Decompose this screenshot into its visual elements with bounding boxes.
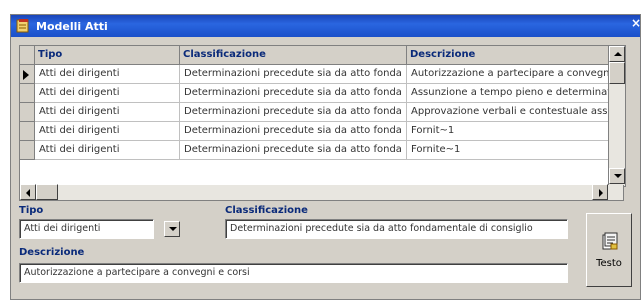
descrizione-field[interactable]: Autorizzazione a partecipare a convegni … <box>19 263 568 283</box>
horizontal-scrollbar[interactable] <box>19 184 624 201</box>
cell-descrizione[interactable]: Approvazione verbali e contestuale ass <box>407 103 609 122</box>
tipo-select[interactable]: Atti dei dirigenti <box>19 219 154 239</box>
row-selector[interactable] <box>20 122 35 141</box>
chevron-down-icon <box>169 227 177 231</box>
grid-corner <box>20 46 35 65</box>
cell-classificazione[interactable]: Determinazioni precedute sia da atto fon… <box>180 141 407 160</box>
arrow-down-icon <box>614 174 622 178</box>
current-row-pointer-icon <box>23 70 29 80</box>
row-selector[interactable] <box>20 103 35 122</box>
cell-classificazione[interactable]: Determinazioni precedute sia da atto fon… <box>180 103 407 122</box>
row-selector[interactable] <box>20 141 35 160</box>
row-selector[interactable] <box>20 65 35 84</box>
row-selector[interactable] <box>20 84 35 103</box>
modelli-atti-window: Modelli Atti × Tipo Classificazione Desc… <box>10 14 641 300</box>
vertical-scrollbar[interactable] <box>608 46 625 186</box>
cell-descrizione[interactable]: Assunzione a tempo pieno e determinato <box>407 84 609 103</box>
cell-classificazione[interactable]: Determinazioni precedute sia da atto fon… <box>180 122 407 141</box>
document-icon <box>602 232 618 250</box>
classificazione-label: Classificazione <box>225 205 308 216</box>
cell-classificazione[interactable]: Determinazioni precedute sia da atto fon… <box>180 65 407 84</box>
close-icon[interactable]: × <box>629 16 641 30</box>
arrow-left-icon <box>26 189 30 197</box>
app-icon <box>16 19 29 33</box>
cell-tipo[interactable]: Atti dei dirigenti <box>35 122 180 141</box>
descrizione-label: Descrizione <box>19 247 85 258</box>
testo-button-label: Testo <box>596 258 622 269</box>
scroll-left-button[interactable] <box>20 184 36 200</box>
arrow-right-icon <box>599 189 603 197</box>
title-bar[interactable]: Modelli Atti × <box>11 15 641 37</box>
testo-button[interactable]: Testo <box>586 213 632 287</box>
scroll-down-button[interactable] <box>609 168 625 184</box>
scroll-up-button[interactable] <box>609 46 625 62</box>
window-title: Modelli Atti <box>36 19 108 33</box>
cell-tipo[interactable]: Atti dei dirigenti <box>35 103 180 122</box>
cell-tipo[interactable]: Atti dei dirigenti <box>35 84 180 103</box>
column-header-descrizione[interactable]: Descrizione <box>407 46 609 65</box>
column-header-tipo[interactable]: Tipo <box>35 46 180 65</box>
horizontal-scroll-thumb[interactable] <box>36 184 58 200</box>
tipo-label: Tipo <box>19 205 44 216</box>
scroll-right-button[interactable] <box>592 184 608 200</box>
arrow-up-icon <box>614 52 622 56</box>
cell-tipo[interactable]: Atti dei dirigenti <box>35 141 180 160</box>
cell-descrizione[interactable]: Autorizzazione a partecipare a convegn <box>407 65 609 84</box>
vertical-scroll-thumb[interactable] <box>609 62 625 84</box>
tipo-dropdown-button[interactable] <box>164 221 180 237</box>
column-header-classificazione[interactable]: Classificazione <box>180 46 407 65</box>
cell-descrizione[interactable]: Fornite~1 <box>407 141 609 160</box>
classificazione-field[interactable]: Determinazioni precedute sia da atto fon… <box>225 219 568 239</box>
cell-descrizione[interactable]: Fornit~1 <box>407 122 609 141</box>
cell-classificazione[interactable]: Determinazioni precedute sia da atto fon… <box>180 84 407 103</box>
records-grid[interactable]: Tipo Classificazione Descrizione Atti de… <box>19 45 626 187</box>
cell-tipo[interactable]: Atti dei dirigenti <box>35 65 180 84</box>
